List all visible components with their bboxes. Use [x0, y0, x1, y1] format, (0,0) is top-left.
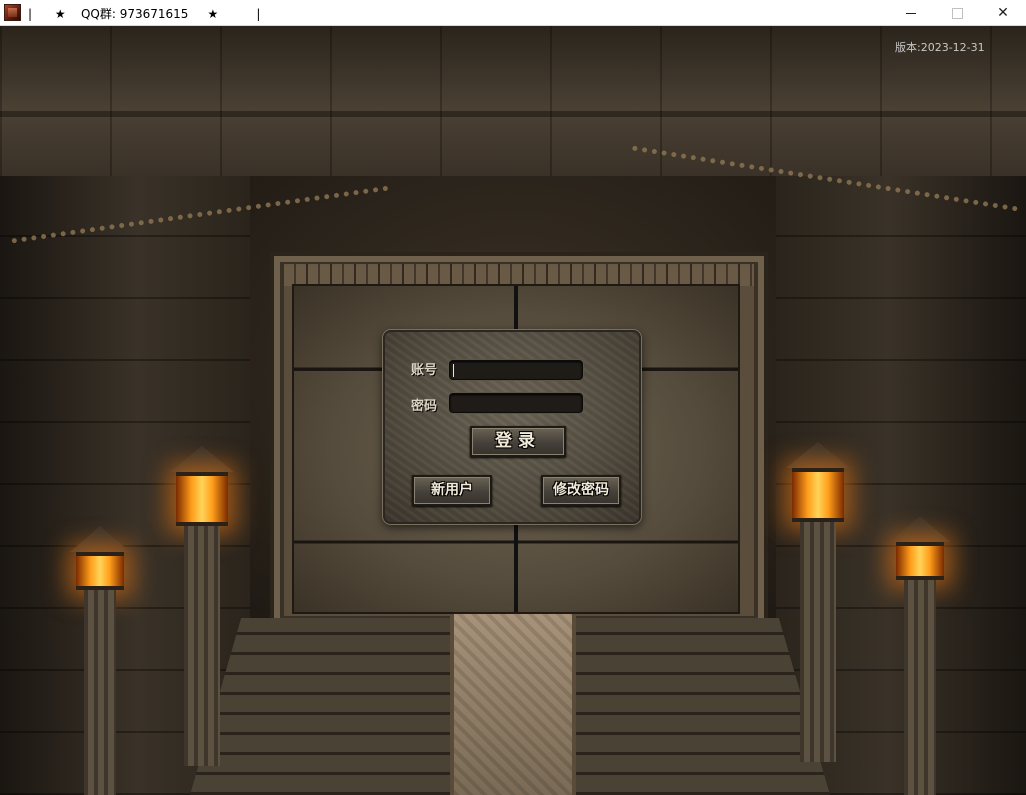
close-button[interactable]: ✕ — [980, 0, 1026, 26]
flame-icon — [792, 468, 844, 522]
meander-pattern — [284, 264, 754, 286]
lantern-roof — [890, 516, 950, 542]
text-caret — [453, 364, 454, 377]
flame-icon — [176, 472, 228, 526]
minimize-icon — [906, 12, 916, 14]
lantern-pillar — [184, 526, 220, 766]
stair-carpet — [450, 614, 576, 795]
version-label: 版本:2023-12-31 — [895, 41, 985, 54]
flame-icon — [896, 542, 944, 580]
lantern-roof — [170, 446, 234, 472]
login-button[interactable]: 登录 — [470, 426, 566, 457]
lantern-left-back — [70, 526, 130, 795]
flame-icon — [76, 552, 124, 590]
account-input[interactable] — [449, 360, 583, 380]
lantern-pillar — [84, 590, 116, 795]
password-label: 密码 — [411, 399, 438, 414]
account-label: 账号 — [411, 363, 438, 378]
lantern-roof — [70, 526, 130, 552]
minimize-button[interactable] — [888, 0, 934, 26]
stone-ceiling — [0, 26, 1026, 176]
lantern-right-back — [890, 516, 950, 795]
app-icon[interactable] — [4, 4, 21, 21]
new-user-button[interactable]: 新用户 — [412, 475, 492, 506]
change-password-button[interactable]: 修改密码 — [541, 475, 621, 506]
close-icon: ✕ — [997, 5, 1009, 21]
lantern-left-front — [170, 446, 234, 766]
password-input[interactable] — [449, 393, 583, 413]
login-panel: 账号 密码 登录 新用户 修改密码 — [383, 330, 641, 524]
maximize-icon — [951, 7, 963, 19]
maximize-button — [934, 0, 980, 26]
lantern-roof — [786, 442, 850, 468]
window-title: | ★ QQ群: 973671615 ★ | — [28, 7, 261, 21]
title-bar: | ★ QQ群: 973671615 ★ | ✕ — [0, 0, 1026, 26]
lantern-right-front — [786, 442, 850, 762]
lantern-pillar — [904, 580, 936, 795]
lantern-pillar — [800, 522, 836, 762]
